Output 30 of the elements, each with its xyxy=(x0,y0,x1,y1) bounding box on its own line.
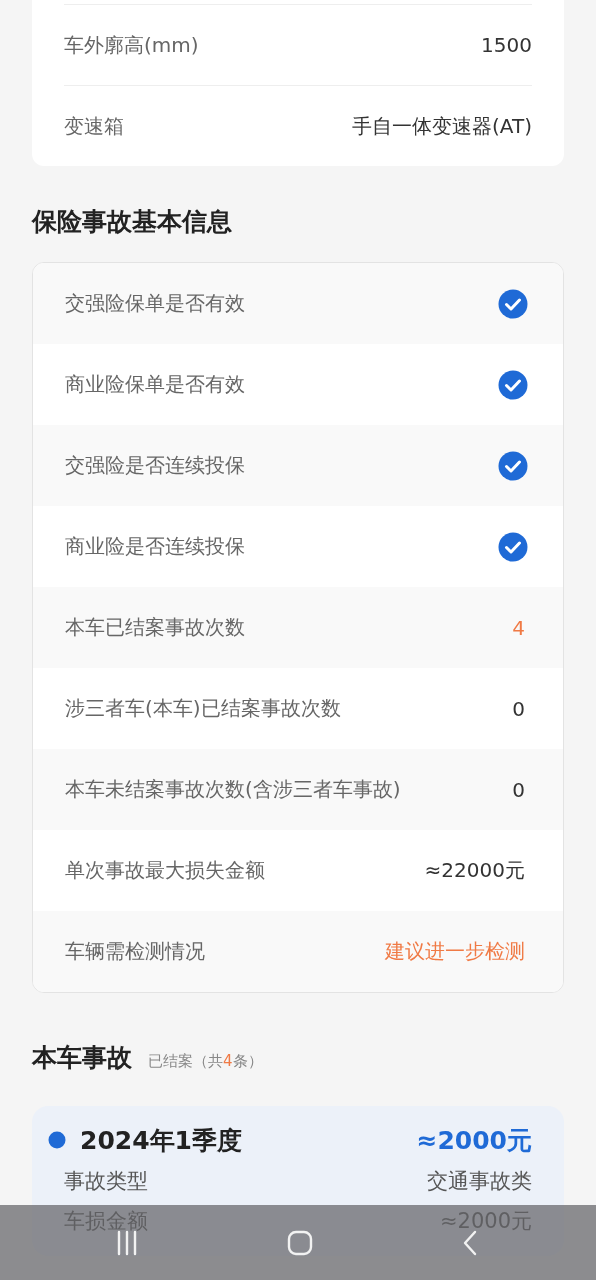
back-button[interactable] xyxy=(461,1228,479,1257)
accident-amount: ≈2000元 xyxy=(416,1124,532,1157)
record-count-text: 已结案（共4条） xyxy=(148,1052,263,1071)
back-icon xyxy=(461,1228,479,1257)
row-label: 交强险保单是否有效 xyxy=(65,290,245,317)
row-value: ≈22000元 xyxy=(424,857,525,884)
row-label: 单次事故最大损失金额 xyxy=(65,857,265,884)
section-title: 保险事故基本信息 xyxy=(32,206,233,238)
row-label: 涉三者车(本车)已结案事故次数 xyxy=(65,695,341,722)
row-label: 商业险保单是否有效 xyxy=(65,371,245,398)
detail-label: 事故类型 xyxy=(64,1168,148,1195)
row-value: 建议进一步检测 xyxy=(385,938,525,965)
spec-label: 变速箱 xyxy=(64,112,124,140)
detail-value: 交通事故类 xyxy=(427,1168,532,1195)
row-value: 0 xyxy=(512,777,525,802)
row-label: 交强险是否连续投保 xyxy=(65,452,245,479)
row-label: 本车已结案事故次数 xyxy=(65,614,245,641)
accident-period: 2024年1季度 xyxy=(80,1124,243,1157)
spec-value: 手自一体变速器(AT) xyxy=(352,112,532,140)
home-button[interactable] xyxy=(287,1229,313,1256)
row-label: 商业险是否连续投保 xyxy=(65,533,245,560)
row-label: 车辆需检测情况 xyxy=(65,938,205,965)
spec-label: 车外廓高(mm) xyxy=(64,31,199,59)
row-value: 0 xyxy=(512,696,525,721)
row-label: 本车未结案事故次数(含涉三者车事故) xyxy=(65,776,401,803)
row-value: 4 xyxy=(512,615,525,640)
dot-icon xyxy=(48,1131,66,1149)
home-icon xyxy=(287,1229,313,1256)
section-title: 本车事故 xyxy=(32,1042,132,1074)
spec-value: 1500 xyxy=(481,33,532,57)
